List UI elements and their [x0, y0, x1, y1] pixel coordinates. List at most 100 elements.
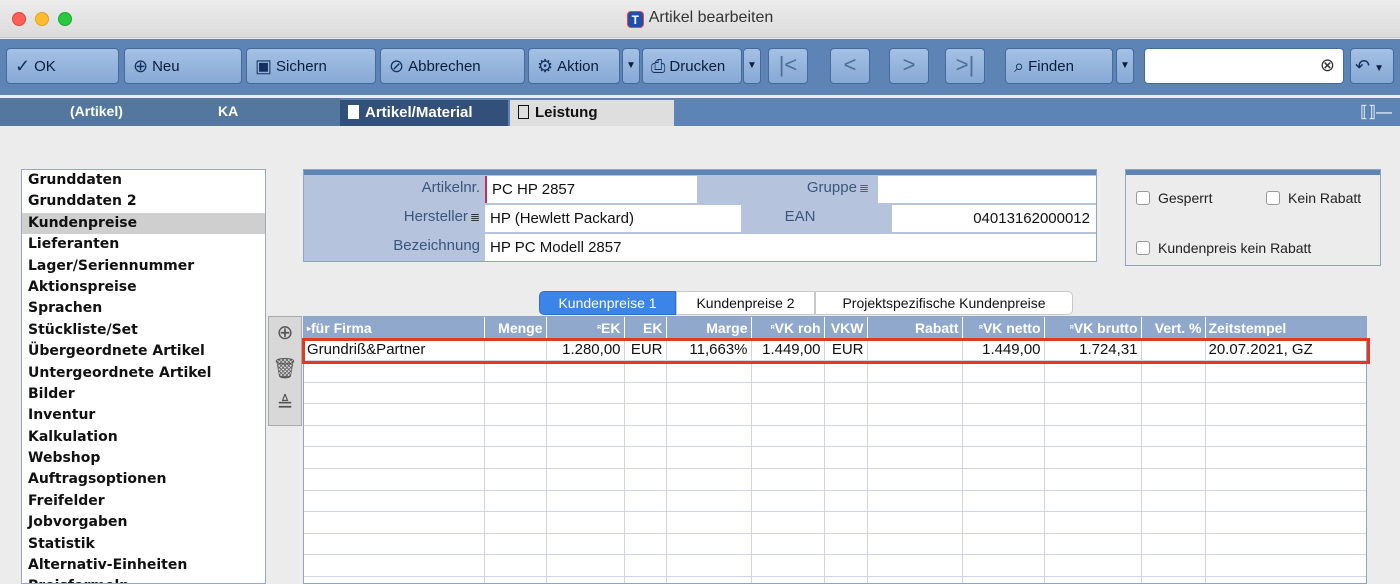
col-vert-pct[interactable]: Vert. % — [1141, 317, 1206, 339]
table-cell[interactable] — [484, 339, 547, 362]
table-cell[interactable] — [1141, 446, 1206, 470]
table-cell[interactable] — [867, 468, 963, 491]
table-cell[interactable] — [867, 511, 963, 534]
sort-icon[interactable]: ≜ — [271, 391, 299, 419]
table-cell[interactable] — [484, 490, 547, 513]
table-cell[interactable] — [1141, 382, 1206, 405]
table-cell[interactable] — [824, 533, 868, 556]
tab-kundenpreise-2[interactable]: Kundenpreise 2 — [676, 291, 815, 315]
col-ek[interactable]: ᴿEK — [546, 317, 625, 339]
table-cell[interactable] — [1141, 533, 1206, 556]
table-cell[interactable]: EUR — [824, 339, 868, 362]
clear-search-icon[interactable]: ⊗ — [1320, 55, 1335, 76]
table-cell[interactable] — [751, 490, 825, 513]
sidebar-item[interactable]: Grunddaten 2 — [22, 191, 265, 212]
table-row-empty[interactable] — [304, 576, 1366, 583]
table-cell[interactable] — [546, 446, 625, 470]
table-cell[interactable] — [1205, 403, 1366, 426]
table-cell[interactable] — [624, 382, 667, 405]
table-cell[interactable] — [666, 554, 752, 578]
print-dropdown-button[interactable]: ▼ — [743, 48, 761, 84]
table-row-empty[interactable] — [304, 533, 1366, 556]
table-cell[interactable] — [484, 403, 547, 426]
table-cell[interactable] — [304, 533, 485, 556]
table-cell[interactable] — [824, 490, 868, 513]
action-dropdown-button[interactable]: ▼ — [622, 48, 640, 84]
table-cell[interactable] — [962, 382, 1045, 405]
table-cell[interactable] — [867, 403, 963, 426]
table-cell[interactable] — [962, 403, 1045, 426]
sidebar-item[interactable]: Webshop — [22, 448, 265, 469]
table-cell[interactable] — [867, 339, 963, 362]
table-cell[interactable] — [666, 576, 752, 583]
table-cell[interactable] — [546, 468, 625, 491]
tab-artikel-material[interactable]: Artikel/Material — [340, 100, 508, 126]
table-cell[interactable] — [1044, 382, 1142, 405]
table-cell[interactable] — [1044, 425, 1142, 448]
sidebar-item[interactable]: Inventur — [22, 405, 265, 426]
trash-icon[interactable]: 🗑 — [271, 355, 299, 383]
table-cell[interactable] — [484, 533, 547, 556]
table-cell[interactable] — [666, 490, 752, 513]
tab-kundenpreise-1[interactable]: Kundenpreise 1 — [539, 291, 676, 315]
table-cell[interactable] — [624, 468, 667, 491]
action-button[interactable]: ⚙ Aktion — [528, 48, 620, 84]
table-cell[interactable] — [484, 360, 547, 383]
table-cell[interactable] — [304, 425, 485, 448]
table-row-empty[interactable] — [304, 468, 1366, 491]
table-cell[interactable] — [824, 403, 868, 426]
previous-record-button[interactable]: < — [830, 48, 870, 84]
table-cell[interactable] — [546, 511, 625, 534]
table-cell[interactable] — [867, 576, 963, 583]
table-cell[interactable] — [751, 446, 825, 470]
table-cell[interactable] — [867, 446, 963, 470]
table-cell[interactable] — [624, 511, 667, 534]
table-cell[interactable] — [824, 554, 868, 578]
sidebar-item[interactable]: Untergeordnete Artikel — [22, 363, 265, 384]
table-cell[interactable]: Grundriß&Partner — [304, 339, 485, 362]
table-cell[interactable] — [1044, 511, 1142, 534]
table-cell[interactable] — [867, 382, 963, 405]
table-cell[interactable] — [624, 576, 667, 583]
table-cell[interactable] — [962, 533, 1045, 556]
table-cell[interactable] — [824, 382, 868, 405]
table-cell[interactable] — [1205, 576, 1366, 583]
table-cell[interactable] — [751, 554, 825, 578]
table-cell[interactable] — [666, 360, 752, 383]
first-record-button[interactable]: |< — [768, 48, 808, 84]
table-cell[interactable] — [666, 511, 752, 534]
table-cell[interactable] — [1205, 382, 1366, 405]
table-cell[interactable] — [824, 360, 868, 383]
ok-button[interactable]: ✓ OK — [6, 48, 119, 84]
print-button[interactable]: ⎙ Drucken — [642, 48, 742, 84]
table-cell[interactable] — [1205, 511, 1366, 534]
sidebar-item[interactable]: Statistik — [22, 534, 265, 555]
table-cell[interactable] — [624, 360, 667, 383]
table-row-empty[interactable] — [304, 403, 1366, 426]
table-cell[interactable] — [962, 468, 1045, 491]
table-row[interactable]: Grundriß&Partner 1.280,00 EUR 11,663% 1.449,… — [304, 339, 1366, 362]
save-button[interactable]: ▣ Sichern — [246, 48, 376, 84]
bezeichnung-field[interactable]: HP PC Modell 2857 — [485, 234, 1096, 261]
table-cell[interactable] — [484, 554, 547, 578]
table-cell[interactable] — [484, 446, 547, 470]
table-row-empty[interactable] — [304, 490, 1366, 513]
table-cell[interactable]: 1.449,00 — [962, 339, 1045, 362]
table-cell[interactable] — [304, 576, 485, 583]
sidebar-item[interactable]: Lager/Seriennummer — [22, 256, 265, 277]
col-zeitstempel[interactable]: Zeitstempel — [1205, 317, 1366, 339]
table-cell[interactable] — [624, 446, 667, 470]
table-cell[interactable] — [1141, 468, 1206, 491]
col-vk-roh[interactable]: ᴿVK roh — [751, 317, 825, 339]
table-cell[interactable] — [751, 360, 825, 383]
table-row-empty[interactable] — [304, 425, 1366, 448]
table-cell[interactable] — [546, 533, 625, 556]
kein-rabatt-checkbox[interactable]: Kein Rabatt — [1266, 190, 1361, 206]
back-history-button[interactable]: ↶ ▼ — [1350, 48, 1394, 84]
table-row-empty[interactable] — [304, 511, 1366, 534]
table-cell[interactable] — [546, 403, 625, 426]
sidebar-item[interactable]: Übergeordnete Artikel — [22, 341, 265, 362]
table-cell[interactable] — [962, 490, 1045, 513]
table-cell[interactable] — [751, 576, 825, 583]
table-cell[interactable] — [304, 382, 485, 405]
